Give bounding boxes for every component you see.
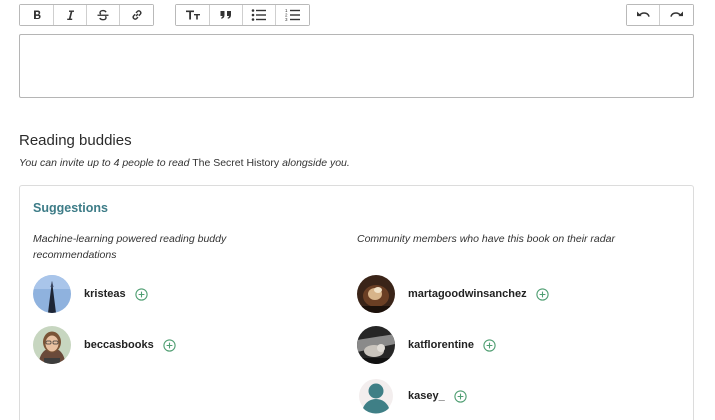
heading-button[interactable]	[176, 5, 210, 25]
redo-icon	[669, 11, 683, 17]
username[interactable]: kristeas	[84, 288, 126, 300]
bold-icon	[33, 10, 41, 19]
plus-circle-icon	[535, 287, 549, 301]
bulleted-list-icon	[251, 9, 266, 21]
default-avatar-icon	[357, 377, 395, 415]
add-buddy-button[interactable]	[483, 338, 496, 352]
svg-text:3: 3	[285, 17, 288, 22]
italic-icon	[67, 10, 74, 20]
history-toolbar	[626, 4, 694, 26]
add-buddy-button[interactable]	[163, 338, 176, 352]
avatar[interactable]	[357, 275, 395, 313]
reading-buddies-subtitle: You can invite up to 4 people to read Th…	[19, 157, 350, 169]
suggestions-title: Suggestions	[33, 201, 109, 215]
editor-textarea[interactable]	[19, 34, 694, 98]
user-suggestion-row: katflorentine	[357, 326, 496, 364]
suggestions-card: Suggestions Machine-learning powered rea…	[19, 185, 694, 420]
community-members-description: Community members who have this book on …	[357, 233, 615, 245]
ml-recommendations-description: Machine-learning powered reading buddy r…	[33, 233, 227, 261]
book-title: The Secret History	[192, 157, 280, 169]
redo-button[interactable]	[660, 5, 693, 25]
plus-circle-icon	[483, 338, 496, 352]
username[interactable]: katflorentine	[408, 339, 474, 351]
strikethrough-icon	[97, 9, 109, 21]
italic-button[interactable]	[54, 5, 87, 25]
user-suggestion-row: martagoodwinsanchez	[357, 275, 549, 313]
quote-button[interactable]	[210, 5, 243, 25]
link-icon	[132, 10, 141, 20]
username[interactable]: beccasbooks	[84, 339, 154, 351]
bulleted-list-button[interactable]	[243, 5, 276, 25]
numbered-list-button[interactable]: 1 2 3	[276, 5, 309, 25]
user-suggestion-row: beccasbooks	[33, 326, 176, 364]
plus-circle-icon	[163, 338, 176, 352]
add-buddy-button[interactable]	[535, 287, 549, 301]
link-button[interactable]	[120, 5, 153, 25]
add-buddy-button[interactable]	[454, 389, 467, 403]
undo-icon	[637, 11, 650, 17]
plus-circle-icon	[134, 287, 148, 301]
username[interactable]: kasey_	[408, 390, 445, 402]
add-buddy-button[interactable]	[134, 287, 148, 301]
avatar[interactable]	[33, 275, 71, 313]
block-format-toolbar: 1 2 3	[175, 4, 310, 26]
plus-circle-icon	[454, 389, 467, 403]
avatar[interactable]	[357, 377, 395, 415]
avatar[interactable]	[33, 326, 71, 364]
username[interactable]: martagoodwinsanchez	[408, 288, 527, 300]
inline-format-toolbar	[19, 4, 154, 26]
reading-buddies-title: Reading buddies	[19, 132, 132, 149]
avatar[interactable]	[357, 326, 395, 364]
numbered-list-icon: 1 2 3	[285, 8, 300, 22]
heading-icon	[185, 10, 200, 20]
user-suggestion-row: kasey_	[357, 377, 467, 415]
quote-icon	[220, 11, 231, 19]
bold-button[interactable]	[20, 5, 54, 25]
subtitle-suffix: alongside you.	[282, 157, 350, 169]
user-suggestion-row: kristeas	[33, 275, 148, 313]
subtitle-prefix: You can invite up to 4 people to read	[19, 157, 190, 169]
strikethrough-button[interactable]	[87, 5, 120, 25]
undo-button[interactable]	[627, 5, 660, 25]
